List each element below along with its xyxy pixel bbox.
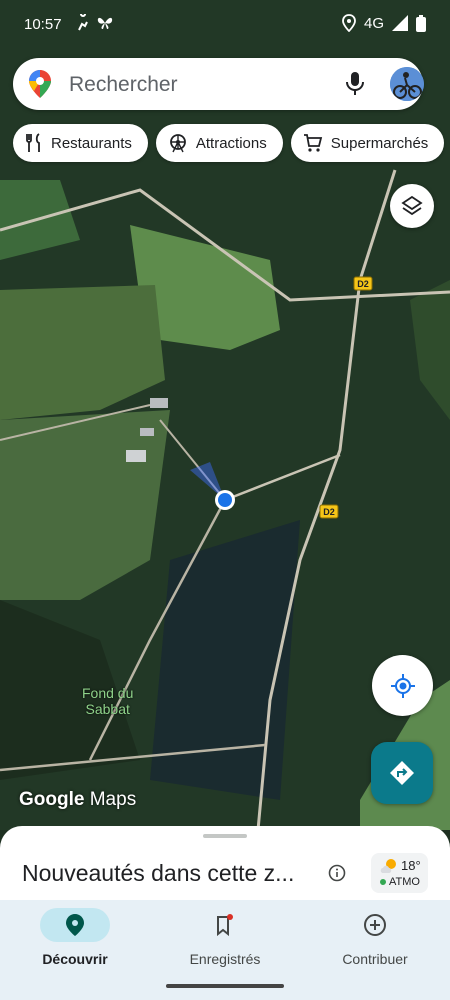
- sheet-title[interactable]: Nouveautés dans cette z...: [22, 860, 294, 887]
- place-label-line2: Sabbat: [85, 701, 130, 717]
- place-label-line1: Fond du: [82, 685, 134, 701]
- network-type: 4G: [363, 14, 384, 32]
- microphone-icon[interactable]: [345, 71, 365, 97]
- location-icon: [342, 14, 356, 32]
- sheet-drag-handle[interactable]: [203, 834, 247, 838]
- nav-label: Contribuer: [342, 951, 408, 967]
- status-bar: 10:57 4G: [0, 0, 450, 48]
- account-avatar[interactable]: [390, 67, 424, 101]
- nav-explore-pill: [40, 908, 110, 942]
- status-notification-icons: [74, 14, 114, 32]
- crosshair-icon: [390, 673, 415, 698]
- nav-label: Découvrir: [42, 951, 108, 967]
- search-input[interactable]: [67, 66, 341, 104]
- weather-temperature: 18°: [401, 858, 421, 873]
- air-quality-dot: [380, 879, 386, 885]
- chip-restaurants[interactable]: Restaurants: [13, 124, 148, 162]
- road-shield-d2-north: D2: [353, 276, 373, 291]
- chip-label: Attractions: [195, 134, 267, 152]
- nav-saved-pill: [190, 908, 260, 942]
- info-icon[interactable]: [328, 864, 346, 882]
- road-label: D2: [323, 507, 335, 517]
- layers-button[interactable]: [390, 184, 434, 228]
- layers-icon: [401, 195, 423, 216]
- bottom-navigation: Découvrir Enregistrés Contribuer: [0, 900, 450, 1000]
- chip-supermarkets[interactable]: Supermarchés: [290, 124, 445, 162]
- nav-label: Enregistrés: [189, 951, 261, 967]
- current-location-dot: [218, 493, 232, 507]
- chip-attractions[interactable]: Attractions: [155, 124, 283, 162]
- status-system-icons: 4G: [342, 14, 426, 32]
- explore-pin-icon: [66, 914, 84, 936]
- directions-icon: [390, 761, 414, 785]
- nav-explore[interactable]: Découvrir: [15, 908, 135, 967]
- signal-icon: [392, 15, 408, 31]
- road-shield-d2-south: D2: [319, 504, 339, 519]
- search-bar[interactable]: [13, 58, 424, 110]
- air-quality-label: ATMO: [380, 876, 420, 888]
- road-label: D2: [357, 279, 369, 289]
- cart-icon: [303, 134, 322, 152]
- activity-icon: [78, 14, 88, 31]
- nav-contribute-pill: [340, 908, 410, 942]
- notification-dot: [227, 914, 233, 920]
- category-chips: Restaurants Attractions Supermarchés: [13, 124, 445, 162]
- fork-knife-icon: [26, 133, 40, 152]
- bottom-sheet[interactable]: Nouveautés dans cette z... 18° ATMO: [0, 826, 450, 906]
- directions-button[interactable]: [371, 742, 433, 804]
- place-label: Fond du Sabbat: [82, 685, 133, 717]
- my-location-button[interactable]: [372, 655, 433, 716]
- logo-maps: Maps: [89, 789, 137, 810]
- ferris-wheel-icon: [169, 134, 186, 153]
- status-time: 10:57: [24, 16, 62, 33]
- chip-label: Supermarchés: [330, 134, 429, 152]
- cyclist-avatar-icon: [390, 67, 424, 101]
- gesture-bar[interactable]: [166, 984, 284, 988]
- weather-chip[interactable]: 18° ATMO: [371, 853, 428, 893]
- nav-contribute[interactable]: Contribuer: [315, 908, 435, 967]
- plus-circle-icon: [364, 914, 386, 936]
- bookmark-icon: [217, 914, 233, 936]
- battery-icon: [416, 14, 426, 32]
- google-maps-pin-icon: [29, 70, 51, 98]
- google-maps-logo: Google Maps: [19, 789, 136, 811]
- air-quality-text: ATMO: [389, 876, 420, 888]
- butterfly-icon: [97, 17, 113, 29]
- nav-saved[interactable]: Enregistrés: [165, 908, 285, 967]
- chip-label: Restaurants: [51, 134, 132, 152]
- partly-cloudy-icon: [380, 859, 396, 873]
- logo-google: Google: [19, 789, 85, 810]
